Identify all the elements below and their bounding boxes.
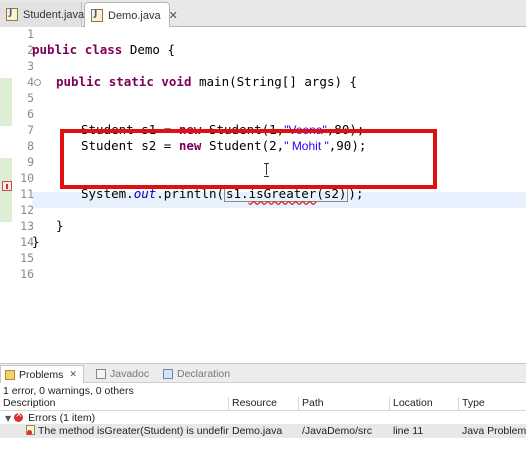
tab-declaration[interactable]: Declaration xyxy=(163,365,230,383)
problem-description: The method isGreater(Student) is undefin… xyxy=(38,425,229,437)
editor-tab-bar: Student.java Demo.java ✕ xyxy=(0,0,526,28)
problem-path: /JavaDemo/src xyxy=(302,425,373,437)
annotation-highlight-box xyxy=(60,129,437,189)
expand-twisty-icon[interactable]: ▼ xyxy=(5,414,11,423)
code-line-13: } xyxy=(56,218,64,233)
line-number-gutter: 1 2 3 4 5 6 7 8 9 10 11 12 13 14 15 16 xyxy=(12,27,41,353)
line-number: 4 xyxy=(27,75,34,89)
line-number: 5 xyxy=(27,91,34,105)
problems-summary: 1 error, 0 warnings, 0 others xyxy=(3,385,134,397)
problems-icon xyxy=(5,369,15,380)
tab-problems[interactable]: Problems ✕ xyxy=(0,365,84,383)
tab-label: Demo.java xyxy=(108,9,161,22)
line-number: 14 xyxy=(20,235,34,249)
problems-panel: Problems ✕ Javadoc Declaration 1 error, … xyxy=(0,363,526,456)
code-line-15: } xyxy=(32,234,40,249)
tab-label: Student.java xyxy=(23,8,85,21)
java-error-file-icon xyxy=(26,425,35,435)
line-number: 3 xyxy=(27,59,34,73)
line-number: 15 xyxy=(20,251,34,265)
java-file-icon xyxy=(91,9,103,22)
column-header-resource[interactable]: Resource xyxy=(229,397,299,411)
table-row[interactable]: The method isGreater(Student) is undefin… xyxy=(0,424,526,438)
declaration-icon xyxy=(163,369,173,379)
line-number: 10 xyxy=(20,171,34,185)
problem-type: Java Problem xyxy=(462,425,526,437)
line-number: 7 xyxy=(27,123,34,137)
column-header-location[interactable]: Location xyxy=(390,397,459,411)
line-number: 9 xyxy=(27,155,34,169)
line-number: 1 xyxy=(27,27,34,41)
change-marker xyxy=(0,78,12,126)
group-label: Errors (1 item) xyxy=(28,412,96,424)
table-header: Description Resource Path Location Type xyxy=(0,397,526,411)
problem-location: line 11 xyxy=(393,425,424,437)
error-marker-icon[interactable] xyxy=(2,181,12,191)
tab-demo-java[interactable]: Demo.java ✕ xyxy=(84,2,178,28)
close-icon[interactable]: ✕ xyxy=(69,370,77,380)
panel-tab-bar: Problems ✕ Javadoc Declaration xyxy=(0,364,526,383)
error-icon xyxy=(14,412,24,422)
line-number: 12 xyxy=(20,203,34,217)
tab-javadoc[interactable]: Javadoc xyxy=(96,365,149,383)
errors-group-row[interactable]: ▼ Errors (1 item) xyxy=(0,411,526,425)
column-header-type[interactable]: Type xyxy=(459,397,526,411)
code-editor[interactable]: 1 2 3 4 5 6 7 8 9 10 11 12 13 14 15 16 p… xyxy=(0,27,526,353)
line-number: 6 xyxy=(27,107,34,121)
tab-student-java[interactable]: Student.java xyxy=(0,2,85,27)
code-line-2: public class Demo { xyxy=(32,42,176,57)
line-number: 8 xyxy=(27,139,34,153)
java-file-icon xyxy=(6,8,18,21)
problem-resource: Demo.java xyxy=(232,425,283,437)
line-number: 16 xyxy=(20,267,34,281)
javadoc-icon xyxy=(96,369,106,379)
code-line-4: public static void main(String[] args) { xyxy=(56,74,358,89)
line-number: 13 xyxy=(20,219,34,233)
close-icon[interactable]: ✕ xyxy=(169,9,178,22)
column-header-description[interactable]: Description xyxy=(0,397,229,411)
text-cursor-icon xyxy=(264,163,270,177)
column-header-path[interactable]: Path xyxy=(299,397,390,411)
line-number: 11 xyxy=(20,187,34,201)
line-number: 2 xyxy=(27,43,34,57)
